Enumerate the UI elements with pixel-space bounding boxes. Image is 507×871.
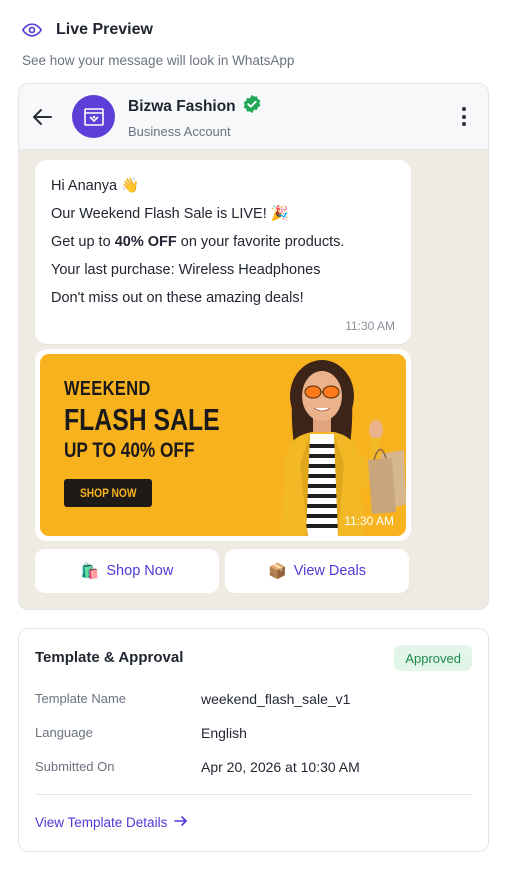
detail-row: Template Name weekend_flash_sale_v1 bbox=[35, 691, 475, 707]
shopping-bags-icon: 🛍️ bbox=[80, 563, 100, 580]
image-message-bubble: WEEKEND FLASH SALE UP TO 40% OFF SHOP NO… bbox=[35, 349, 411, 541]
business-name: Bizwa Fashion bbox=[128, 97, 236, 115]
template-approval-card: Template & Approval Approved Template Na… bbox=[18, 628, 489, 852]
flash-sale-banner[interactable]: WEEKEND FLASH SALE UP TO 40% OFF SHOP NO… bbox=[40, 354, 406, 536]
banner-shop-now-button[interactable]: SHOP NOW bbox=[64, 479, 152, 507]
message-line: Get up to 40% OFF on your favorite produ… bbox=[51, 234, 345, 250]
verified-badge-icon bbox=[242, 94, 262, 119]
status-badge: Approved bbox=[394, 645, 472, 671]
view-deals-button[interactable]: 📦 View Deals bbox=[225, 549, 409, 593]
message-timestamp: 11:30 AM bbox=[345, 319, 395, 333]
view-template-details-link[interactable]: View Template Details bbox=[35, 815, 188, 830]
banner-heading: WEEKEND bbox=[64, 378, 151, 400]
detail-row: Submitted On Apr 20, 2026 at 10:30 AM bbox=[35, 759, 475, 775]
model-illustration bbox=[280, 360, 406, 536]
chat-header: Bizwa Fashion Business Account bbox=[19, 84, 488, 150]
detail-label: Submitted On bbox=[35, 759, 115, 774]
business-avatar[interactable] bbox=[72, 95, 115, 138]
image-timestamp: 11:30 AM bbox=[344, 514, 394, 528]
whatsapp-preview: Bizwa Fashion Business Account Hi Ananya… bbox=[18, 83, 489, 610]
message-bubble: Hi Ananya 👋 Our Weekend Flash Sale is LI… bbox=[35, 160, 411, 344]
banner-title: FLASH SALE bbox=[64, 402, 220, 437]
eye-icon bbox=[22, 20, 42, 40]
detail-label: Template Name bbox=[35, 691, 127, 706]
arrow-right-icon bbox=[174, 815, 188, 830]
detail-value: English bbox=[201, 725, 247, 741]
detail-label: Language bbox=[35, 725, 93, 740]
message-line: Hi Ananya 👋 bbox=[51, 178, 140, 194]
package-icon: 📦 bbox=[268, 563, 287, 580]
banner-discount: UP TO 40% OFF bbox=[64, 439, 195, 462]
quick-reply-buttons: 🛍️ Shop Now 📦 View Deals bbox=[35, 549, 409, 593]
business-subtitle: Business Account bbox=[128, 124, 231, 139]
divider bbox=[35, 794, 472, 795]
page-title: Live Preview bbox=[56, 21, 153, 38]
shop-now-button[interactable]: 🛍️ Shop Now bbox=[35, 549, 219, 593]
store-logo-icon bbox=[83, 107, 104, 126]
detail-value: weekend_flash_sale_v1 bbox=[201, 691, 351, 707]
preview-header: Live Preview See how your message will l… bbox=[22, 20, 485, 68]
page-subtitle: See how your message will look in WhatsA… bbox=[22, 53, 295, 68]
message-line: Don't miss out on these amazing deals! bbox=[51, 290, 304, 306]
more-options-icon[interactable] bbox=[454, 103, 474, 131]
message-line: Our Weekend Flash Sale is LIVE! 🎉 bbox=[51, 206, 289, 222]
message-line: Your last purchase: Wireless Headphones bbox=[51, 262, 321, 278]
back-arrow-icon[interactable] bbox=[31, 106, 53, 128]
detail-row: Language English bbox=[35, 725, 475, 741]
card-title: Template & Approval bbox=[35, 649, 184, 666]
detail-value: Apr 20, 2026 at 10:30 AM bbox=[201, 759, 360, 775]
